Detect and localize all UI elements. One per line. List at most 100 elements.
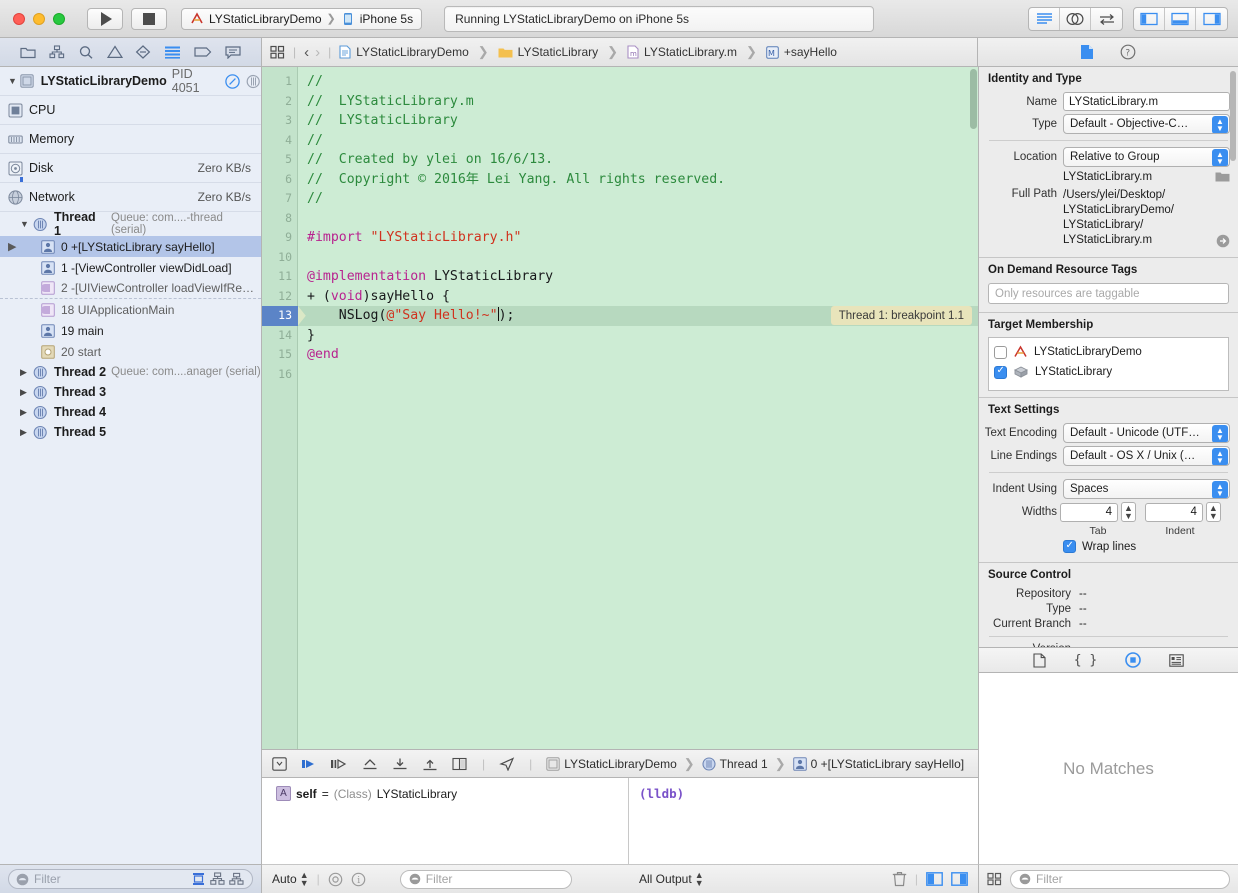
- grid-view-icon[interactable]: [987, 872, 1002, 886]
- version-editor-button[interactable]: [1091, 8, 1122, 30]
- library-pane[interactable]: No Matches: [978, 673, 1238, 864]
- breakpoint-annotation[interactable]: Thread 1: breakpoint 1.1: [830, 306, 972, 325]
- hide-debug-area-icon[interactable]: [272, 756, 287, 771]
- inspector-scrollbar[interactable]: [1230, 71, 1236, 161]
- code-snippet-library-icon[interactable]: { }: [1074, 653, 1097, 668]
- wrap-lines-checkbox[interactable]: [1063, 540, 1076, 553]
- pause-resume-icon[interactable]: [225, 73, 240, 89]
- issue-navigator-icon[interactable]: [106, 45, 123, 59]
- reveal-in-finder-icon[interactable]: [1216, 234, 1230, 248]
- quick-help-inspector-icon[interactable]: ?: [1120, 44, 1136, 60]
- breadcrumb-item-method[interactable]: M +sayHello: [766, 45, 837, 59]
- variable-info-icon[interactable]: i: [351, 872, 366, 887]
- target-membership-list[interactable]: LYStaticLibraryDemo LYStaticLibrary: [988, 337, 1229, 391]
- show-process-view-icon[interactable]: [228, 872, 245, 887]
- stop-button[interactable]: [131, 7, 167, 30]
- breadcrumb-item-file[interactable]: m LYStaticLibrary.m: [627, 45, 737, 59]
- console-view[interactable]: (lldb): [629, 778, 978, 864]
- target-checkbox[interactable]: [994, 345, 1007, 359]
- show-all-threads-icon[interactable]: [209, 872, 226, 887]
- variables-view[interactable]: A self = (Class) LYStaticLibrary: [262, 778, 629, 864]
- stack-frame-18[interactable]: 18 UIApplicationMain: [0, 299, 261, 320]
- show-only-running-blocks-icon[interactable]: [190, 872, 207, 887]
- thread-row-3[interactable]: ▶ Thread 3: [0, 382, 261, 402]
- media-library-icon[interactable]: [1169, 653, 1184, 667]
- disclosure-triangle-icon[interactable]: ▶: [20, 367, 33, 378]
- disclosure-triangle-icon[interactable]: ▼: [20, 219, 33, 229]
- tab-width-stepper[interactable]: ▲ ▼: [1121, 502, 1136, 522]
- stack-frame-20[interactable]: 20 start: [0, 341, 261, 362]
- report-navigator-icon[interactable]: [225, 45, 241, 59]
- test-navigator-icon[interactable]: [135, 45, 151, 59]
- file-type-select[interactable]: Default - Objective-C… ▲ ▼: [1063, 114, 1230, 134]
- variable-row-self[interactable]: A self = (Class) LYStaticLibrary: [276, 786, 628, 801]
- debug-view-hierarchy-icon[interactable]: [452, 757, 468, 771]
- continue-button[interactable]: [301, 757, 316, 771]
- navigator-filter-field[interactable]: Filter: [8, 869, 253, 889]
- stack-frame-1[interactable]: 1 -[ViewController viewDidLoad]: [0, 257, 261, 278]
- gauge-row-network[interactable]: Network Zero KB/s: [0, 183, 261, 212]
- breakpoint-navigator-icon[interactable]: [194, 45, 212, 59]
- debug-navigator-icon[interactable]: [164, 45, 181, 59]
- forward-arrow-icon[interactable]: ›: [315, 44, 320, 61]
- source-code-editor[interactable]: 13 1 2 3 4 5 6 7 8 9 10 11 12 13 14 15 1…: [262, 67, 978, 749]
- target-membership-row-library[interactable]: LYStaticLibrary: [994, 362, 1228, 382]
- indent-width-input[interactable]: 4: [1144, 502, 1203, 522]
- gauge-row-memory[interactable]: Memory: [0, 125, 261, 154]
- disclosure-triangle-icon[interactable]: ▶: [20, 387, 33, 398]
- back-arrow-icon[interactable]: ‹: [304, 44, 309, 61]
- editor-mode-segmented-control[interactable]: [1028, 6, 1123, 31]
- navigator-scope-buttons[interactable]: [190, 872, 245, 887]
- wrap-lines-row[interactable]: Wrap lines: [979, 540, 1230, 553]
- toggle-debug-area-button[interactable]: [1165, 7, 1196, 30]
- toggle-navigator-button[interactable]: [1134, 7, 1165, 30]
- navigator-process-row[interactable]: ▼ LYStaticLibraryDemo PID 4051: [0, 67, 261, 96]
- symbol-navigator-icon[interactable]: [49, 45, 65, 59]
- scheme-selector[interactable]: LYStaticLibraryDemo ❯ iPhone 5s: [181, 7, 423, 30]
- related-files-icon[interactable]: [270, 45, 285, 59]
- threads-icon[interactable]: [246, 74, 261, 89]
- thread-row-2[interactable]: ▶ Thread 2 Queue: com....anager (serial): [0, 362, 261, 382]
- thread-row-5[interactable]: ▶ Thread 5: [0, 422, 261, 442]
- target-checkbox[interactable]: [994, 365, 1007, 379]
- debug-crumb-frame[interactable]: 0 +[LYStaticLibrary sayHello]: [811, 757, 965, 771]
- breadcrumb-item-project[interactable]: LYStaticLibraryDemo: [339, 45, 469, 59]
- library-filter-field[interactable]: Filter: [1010, 869, 1230, 889]
- object-library-icon[interactable]: [1125, 652, 1142, 668]
- project-navigator-icon[interactable]: [20, 45, 36, 59]
- choose-folder-icon[interactable]: [1215, 170, 1230, 183]
- step-out-button[interactable]: [392, 757, 408, 771]
- debug-crumb-process[interactable]: LYStaticLibraryDemo: [564, 757, 677, 771]
- location-select[interactable]: Relative to Group ▲ ▼: [1063, 147, 1230, 167]
- gauge-row-cpu[interactable]: CPU: [0, 96, 261, 125]
- toggle-utilities-button[interactable]: [1196, 8, 1227, 30]
- debug-navigator[interactable]: ▼ LYStaticLibraryDemo PID 4051 CPU Memor…: [0, 67, 262, 864]
- find-navigator-icon[interactable]: [78, 45, 94, 60]
- tab-width-input[interactable]: 4: [1060, 502, 1118, 522]
- disclosure-triangle-icon[interactable]: ▼: [8, 76, 20, 86]
- minimize-window-button[interactable]: [33, 12, 45, 25]
- view-toggle-segmented-control[interactable]: [1133, 6, 1228, 31]
- maximize-window-button[interactable]: [53, 12, 65, 25]
- file-template-library-icon[interactable]: [1033, 652, 1046, 668]
- assistant-editor-button[interactable]: [1060, 7, 1091, 30]
- clear-console-icon[interactable]: [892, 871, 907, 887]
- simulate-location-icon[interactable]: [499, 756, 515, 771]
- file-inspector-icon[interactable]: [1080, 44, 1094, 60]
- editor-scrollbar[interactable]: [970, 69, 977, 129]
- disclosure-triangle-icon[interactable]: ▶: [20, 427, 33, 438]
- breadcrumb-item-folder[interactable]: LYStaticLibrary: [498, 45, 598, 59]
- show-console-view-button[interactable]: [951, 872, 968, 886]
- stack-frame-19[interactable]: 19 main: [0, 320, 261, 341]
- code-text[interactable]: // // LYStaticLibrary.m // LYStaticLibra…: [299, 67, 978, 749]
- debug-crumb-thread[interactable]: Thread 1: [720, 757, 768, 771]
- line-endings-select[interactable]: Default - OS X / Unix (… ▲ ▼: [1063, 446, 1230, 466]
- stack-frame-2[interactable]: 2 -[UIViewController loadViewIfRe…: [0, 278, 261, 299]
- variables-filter-field[interactable]: Filter: [399, 869, 572, 889]
- file-inspector-panel[interactable]: Identity and Type Name LYStaticLibrary.m…: [978, 67, 1238, 647]
- disclosure-triangle-icon[interactable]: ▶: [20, 407, 33, 418]
- watch-variable-icon[interactable]: [328, 872, 343, 887]
- text-encoding-select[interactable]: Default - Unicode (UTF… ▲ ▼: [1063, 423, 1230, 443]
- variable-scope-popup[interactable]: Auto ▲ ▼: [272, 871, 309, 888]
- resource-tags-input[interactable]: Only resources are taggable: [988, 283, 1229, 304]
